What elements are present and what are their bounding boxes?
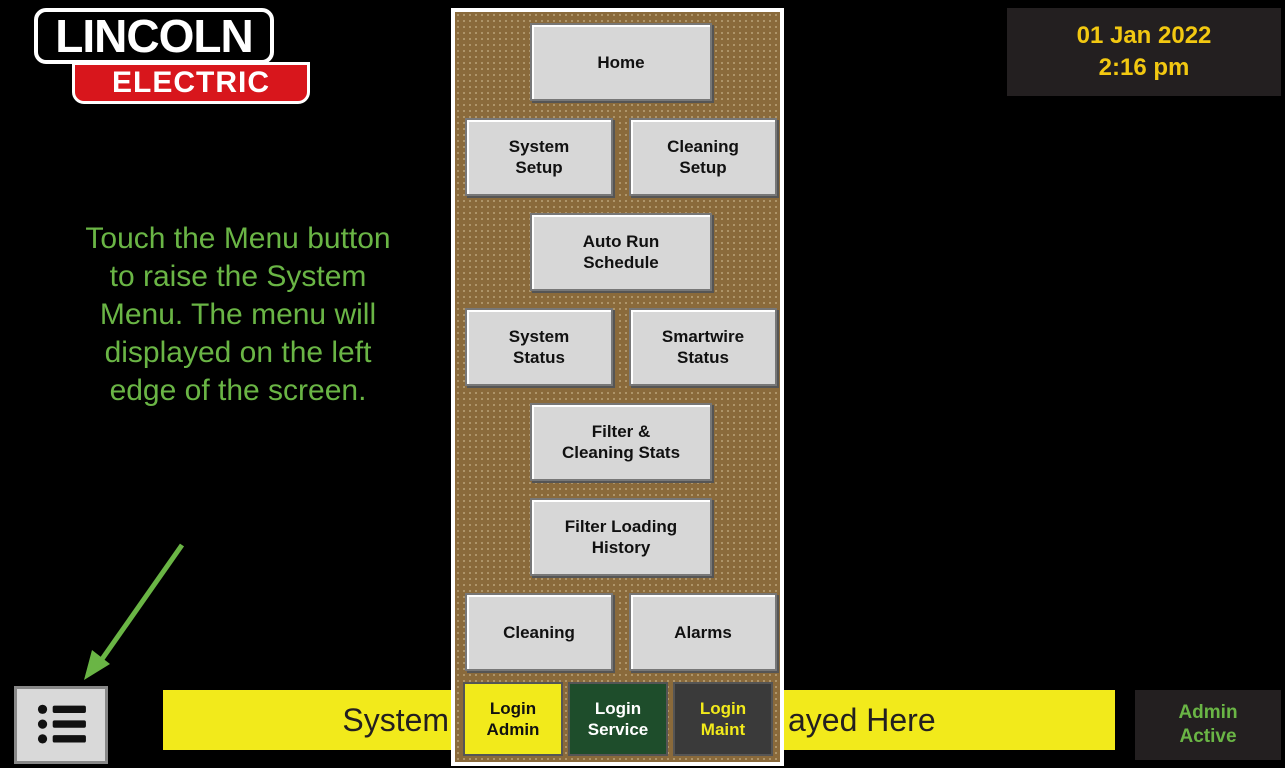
instruction-text: Touch the Menu button to raise the Syste…	[85, 222, 391, 407]
logo-lincoln: LINCOLN	[34, 8, 274, 64]
system-status-button[interactable]: System Status	[465, 308, 613, 386]
date-text: 01 Jan 2022	[1076, 22, 1212, 49]
menu-button[interactable]	[14, 686, 108, 764]
login-admin-button[interactable]: Login Admin	[463, 682, 563, 756]
system-menu-panel: Home System Setup Cleaning Setup Auto Ru…	[451, 8, 784, 766]
home-button[interactable]: Home	[530, 23, 712, 101]
cleaning-button[interactable]: Cleaning	[465, 593, 613, 671]
login-maint-button[interactable]: Login Maint	[673, 682, 773, 756]
auto-run-schedule-button[interactable]: Auto Run Schedule	[530, 213, 712, 291]
login-service-button[interactable]: Login Service	[568, 682, 668, 756]
time-text: 2:16 pm	[1098, 54, 1190, 81]
hamburger-list-icon	[37, 704, 86, 744]
status-banner-text-left: System	[342, 701, 458, 738]
alarms-button[interactable]: Alarms	[629, 593, 777, 671]
system-menu-background: Home System Setup Cleaning Setup Auto Ru…	[455, 12, 780, 762]
smartwire-status-button[interactable]: Smartwire Status	[629, 308, 777, 386]
cleaning-setup-button[interactable]: Cleaning Setup	[629, 118, 777, 196]
status-banner-text-right: ayed Here	[787, 701, 936, 738]
admin-status-line1: Admin	[1178, 702, 1238, 723]
admin-status-badge: Admin Active	[1135, 690, 1281, 760]
filter-cleaning-stats-button[interactable]: Filter & Cleaning Stats	[530, 403, 712, 481]
filter-loading-history-button[interactable]: Filter Loading History	[530, 498, 712, 576]
lincoln-electric-logo: LINCOLN ELECTRIC	[34, 8, 310, 104]
datetime-display: 01 Jan 2022 2:16 pm	[1007, 8, 1281, 96]
logo-electric: ELECTRIC	[72, 62, 310, 104]
system-setup-button[interactable]: System Setup	[465, 118, 613, 196]
admin-status-line2: Active	[1179, 726, 1237, 747]
